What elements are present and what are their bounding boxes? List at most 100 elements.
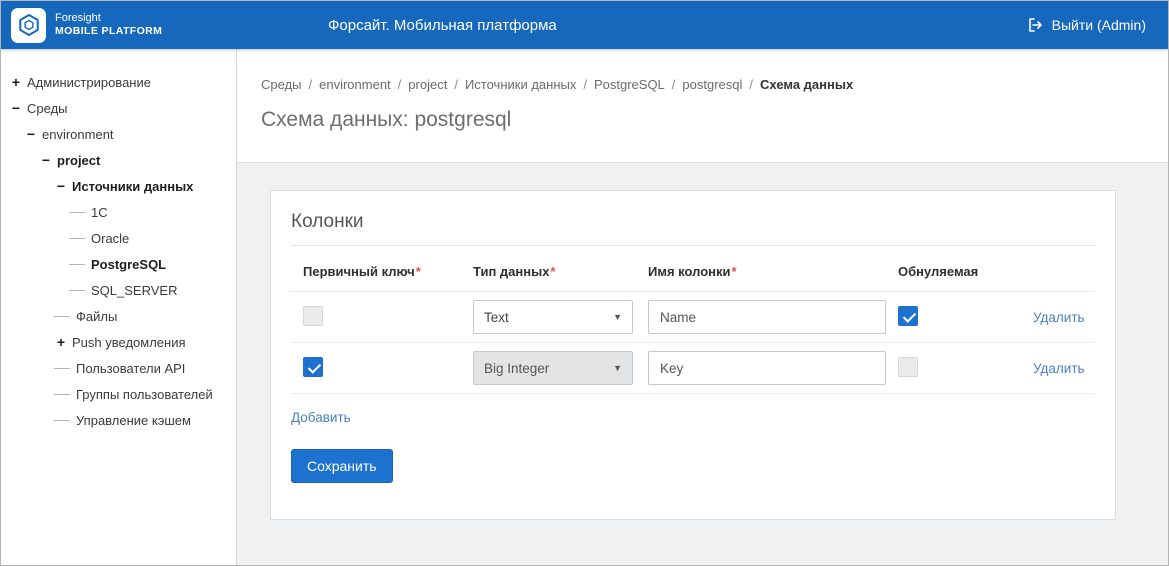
breadcrumb-item[interactable]: environment <box>319 77 391 92</box>
expand-icon[interactable]: + <box>9 74 23 90</box>
required-asterisk: * <box>550 264 555 279</box>
sidebar-item-label: Группы пользователей <box>76 387 213 402</box>
columns-card: Колонки Первичный ключ*Тип данных*Имя ко… <box>270 190 1116 520</box>
data-type-cell: Text ▼ <box>473 300 648 334</box>
sidebar-item-label: 1C <box>91 205 108 220</box>
data-type-value: Big Integer <box>484 361 549 376</box>
sidebar-item-api-users[interactable]: Пользователи API <box>1 355 236 381</box>
breadcrumb-item[interactable]: Среды <box>261 77 302 92</box>
logout-label: Выйти (Admin) <box>1052 17 1146 33</box>
expand-icon[interactable]: + <box>54 334 68 350</box>
collapse-icon[interactable]: − <box>9 100 23 116</box>
column-name-input[interactable] <box>648 351 886 385</box>
collapse-icon[interactable]: − <box>39 152 53 168</box>
breadcrumb-item: Схема данных <box>760 77 853 92</box>
table-row: Text ▼ Удалить <box>291 292 1095 343</box>
column-header: Тип данных* <box>473 264 648 279</box>
sidebar-item-data-sources[interactable]: −Источники данных <box>1 173 236 199</box>
sidebar-item-environment[interactable]: −environment <box>1 121 236 147</box>
brand-text: Foresight MOBILE PLATFORM <box>55 12 162 38</box>
sidebar-item-label: Среды <box>27 101 68 116</box>
brand-name: Foresight <box>55 12 162 25</box>
data-type-select[interactable]: Text ▼ <box>473 300 633 334</box>
add-row-link[interactable]: Добавить <box>291 410 351 425</box>
sidebar-item-label: project <box>57 153 100 168</box>
sidebar-item-label: Управление кэшем <box>76 413 191 428</box>
card-title: Колонки <box>291 211 1095 246</box>
collapse-icon[interactable]: − <box>54 178 68 194</box>
primary-key-cell <box>303 306 473 329</box>
sidebar-item-files[interactable]: Файлы <box>1 303 236 329</box>
save-button[interactable]: Сохранить <box>291 449 393 483</box>
app-title: Форсайт. Мобильная платформа <box>328 17 557 34</box>
page-header: Среды / environment / project / Источники данн… <box>237 49 1168 163</box>
tree-connector-line <box>69 264 85 265</box>
nullable-checkbox[interactable] <box>898 357 918 377</box>
tree-connector-line <box>54 394 70 395</box>
logout-button[interactable]: Выйти (Admin) <box>1027 17 1146 33</box>
delete-row-link[interactable]: Удалить <box>1033 361 1085 376</box>
breadcrumb-item[interactable]: postgresql <box>682 77 742 92</box>
brand: Foresight MOBILE PLATFORM <box>11 1 162 49</box>
column-name-cell <box>648 300 898 334</box>
sidebar-item-label: Oracle <box>91 231 129 246</box>
breadcrumb-item[interactable]: Источники данных <box>465 77 576 92</box>
tree-connector-line <box>69 212 85 213</box>
tree-connector-line <box>69 238 85 239</box>
primary-key-checkbox[interactable] <box>303 357 323 377</box>
breadcrumb-separator: / <box>309 77 313 92</box>
nullable-cell <box>898 357 1033 380</box>
top-header: Foresight MOBILE PLATFORM Форсайт. Мобил… <box>1 1 1168 49</box>
sidebar-item-label: Источники данных <box>72 179 193 194</box>
sidebar-item-project[interactable]: −project <box>1 147 236 173</box>
column-header: Обнуляемая <box>898 264 1033 279</box>
breadcrumb-separator: / <box>454 77 458 92</box>
table-row: Big Integer ▼ Удалить <box>291 343 1095 394</box>
logout-icon <box>1027 17 1043 33</box>
sidebar-item-sql-server[interactable]: SQL_SERVER <box>1 277 236 303</box>
delete-cell: Удалить <box>1033 361 1100 376</box>
required-asterisk: * <box>732 264 737 279</box>
breadcrumb-separator: / <box>672 77 676 92</box>
brand-subtitle: MOBILE PLATFORM <box>55 25 162 38</box>
breadcrumb-separator: / <box>749 77 753 92</box>
tree-connector-line <box>69 290 85 291</box>
sidebar-item-oracle[interactable]: Oracle <box>1 225 236 251</box>
table-body: Text ▼ Удалить Big Integer ▼ <box>291 292 1095 394</box>
sidebar-item-label: environment <box>42 127 114 142</box>
sidebar-item-administration[interactable]: +Администрирование <box>1 69 236 95</box>
chevron-down-icon: ▼ <box>613 363 622 373</box>
nullable-checkbox[interactable] <box>898 306 918 326</box>
table-header: Первичный ключ*Тип данных*Имя колонки*Об… <box>291 246 1095 292</box>
tree-connector-line <box>54 316 70 317</box>
breadcrumb: Среды / environment / project / Источники данн… <box>261 77 1144 92</box>
breadcrumb-separator: / <box>583 77 587 92</box>
sidebar-tree: +Администрирование−Среды−environment−pro… <box>1 69 236 433</box>
sidebar-item-cache-management[interactable]: Управление кэшем <box>1 407 236 433</box>
sidebar-item-label: PostgreSQL <box>91 257 166 272</box>
data-type-cell: Big Integer ▼ <box>473 351 648 385</box>
sidebar-item-label: Файлы <box>76 309 117 324</box>
delete-cell: Удалить <box>1033 310 1100 325</box>
sidebar-item-environments[interactable]: −Среды <box>1 95 236 121</box>
breadcrumb-item[interactable]: project <box>408 77 447 92</box>
breadcrumb-item[interactable]: PostgreSQL <box>594 77 665 92</box>
column-name-cell <box>648 351 898 385</box>
sidebar-item-1c[interactable]: 1C <box>1 199 236 225</box>
tree-connector-line <box>54 420 70 421</box>
primary-key-cell <box>303 357 473 380</box>
tree-connector-line <box>54 368 70 369</box>
column-header: Первичный ключ* <box>303 264 473 279</box>
sidebar-item-push-notifications[interactable]: +Push уведомления <box>1 329 236 355</box>
sidebar-item-user-groups[interactable]: Группы пользователей <box>1 381 236 407</box>
column-name-input[interactable] <box>648 300 886 334</box>
data-type-value: Text <box>484 310 509 325</box>
primary-key-checkbox[interactable] <box>303 306 323 326</box>
delete-row-link[interactable]: Удалить <box>1033 310 1085 325</box>
column-header: Имя колонки* <box>648 264 898 279</box>
data-type-select[interactable]: Big Integer ▼ <box>473 351 633 385</box>
foresight-logo-icon <box>11 8 46 43</box>
collapse-icon[interactable]: − <box>24 126 38 142</box>
sidebar-item-postgresql[interactable]: PostgreSQL <box>1 251 236 277</box>
breadcrumb-separator: / <box>398 77 402 92</box>
